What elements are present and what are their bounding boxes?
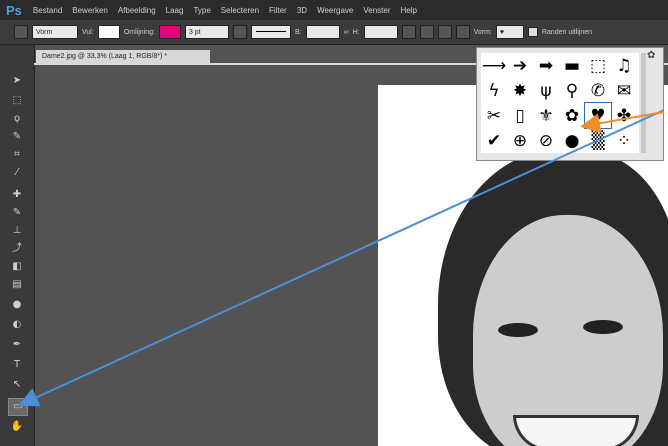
height-field[interactable] xyxy=(363,25,398,39)
stroke-swatch[interactable] xyxy=(158,25,181,39)
shape-label: Vorm: xyxy=(473,28,492,36)
width-field[interactable] xyxy=(305,25,340,39)
menu-bewerken[interactable]: Bewerken xyxy=(67,6,113,15)
shape-option[interactable]: ✔ xyxy=(481,128,507,153)
type-tool-icon[interactable]: T xyxy=(8,357,26,373)
stroke-type-select[interactable] xyxy=(250,25,291,39)
menu-weergave[interactable]: Weergave xyxy=(312,6,358,15)
menu-laag[interactable]: Laag xyxy=(161,6,189,15)
shape-option[interactable]: ⚲ xyxy=(559,78,585,103)
shape-grid: ⟶ ➔ ➡ ▬ ⬚ ♫ ϟ ✸ ψ ⚲ ✆ ✉ ✂ ▯ ⚜ ✿ ♥ ✤ ✔ ⊕ ⊘ ● ▒ ⁘ xyxy=(481,53,639,153)
shape-option[interactable]: ✂ xyxy=(481,103,507,128)
shape-option[interactable]: ⬚ xyxy=(585,53,611,78)
shape-option[interactable]: ψ xyxy=(533,78,559,103)
shape-picker-settings-icon[interactable]: ✿ xyxy=(647,50,655,61)
lasso-tool-icon[interactable]: ϙ xyxy=(8,111,26,127)
eraser-tool-icon[interactable]: ◧ xyxy=(8,259,26,275)
link-icon[interactable]: ∞ xyxy=(344,29,349,36)
stroke-width-field[interactable]: 3 pt xyxy=(184,25,229,39)
marquee-tool-icon[interactable]: ⬚ xyxy=(8,93,26,109)
tool-mode-select[interactable]: Vorm xyxy=(32,25,78,39)
fill-swatch[interactable] xyxy=(97,25,120,39)
move-tool-icon[interactable]: ➤ xyxy=(8,73,26,89)
menu-bestand[interactable]: Bestand xyxy=(28,6,67,15)
width-label: B: xyxy=(294,28,302,36)
shape-option[interactable]: ⊘ xyxy=(533,128,559,153)
crop-tool-icon[interactable]: ⌗ xyxy=(8,147,26,163)
healing-tool-icon[interactable]: ✚ xyxy=(8,187,26,203)
stroke-label: Omlijning: xyxy=(123,28,155,36)
custom-shape-picker: ⟶ ➔ ➡ ▬ ⬚ ♫ ϟ ✸ ψ ⚲ ✆ ✉ ✂ ▯ ⚜ ✿ ♥ ✤ ✔ ⊕ ⊘ ● ▒ ⁘ ✿ xyxy=(476,47,664,161)
gradient-tool-icon[interactable]: ▤ xyxy=(8,277,26,293)
shape-option[interactable]: ✤ xyxy=(611,103,637,128)
shape-option[interactable]: ♫ xyxy=(611,53,637,78)
shape-option[interactable]: ✸ xyxy=(507,78,533,103)
shape-option[interactable]: ▯ xyxy=(507,103,533,128)
shape-option[interactable]: ➔ xyxy=(507,53,533,78)
hand-tool-icon[interactable]: ✋ xyxy=(8,419,26,435)
shape-option[interactable]: ✿ xyxy=(559,103,585,128)
shape-option[interactable]: ⁘ xyxy=(611,128,637,153)
eyedropper-tool-icon[interactable]: ⁄ xyxy=(8,165,26,181)
align-edges-checkbox[interactable] xyxy=(527,27,538,37)
quick-select-tool-icon[interactable]: ✎ xyxy=(8,129,26,145)
shape-option[interactable]: ▬ xyxy=(559,53,585,78)
shape-option[interactable]: ● xyxy=(559,128,585,153)
shape-option[interactable]: ➡ xyxy=(533,53,559,78)
shape-option[interactable]: ✆ xyxy=(585,78,611,103)
shape-option[interactable]: ϟ xyxy=(481,78,507,103)
shape-picker-button[interactable]: ♥ xyxy=(495,25,524,39)
fill-label: Vul: xyxy=(82,28,94,36)
gear-icon[interactable] xyxy=(455,25,470,39)
menu-afbeelding[interactable]: Afbeelding xyxy=(113,6,161,15)
shape-option[interactable]: ✉ xyxy=(611,78,637,103)
menu-bar: Ps Bestand Bewerken Afbeelding Laag Type… xyxy=(0,0,668,20)
photo-right-eye xyxy=(583,320,623,334)
menu-selecteren[interactable]: Selecteren xyxy=(216,6,264,15)
document-tab[interactable]: Dame2.jpg @ 33,3% (Laag 1, RGB/8*) * xyxy=(36,50,210,64)
tool-preset-icon[interactable] xyxy=(14,25,28,39)
menu-type[interactable]: Type xyxy=(188,6,215,15)
pen-tool-icon[interactable]: ✒ xyxy=(8,337,26,353)
path-selection-tool-icon[interactable]: ↖ xyxy=(8,377,26,393)
shape-option[interactable]: ⊕ xyxy=(507,128,533,153)
height-label: H: xyxy=(352,28,360,36)
custom-shape-tool-icon[interactable]: ▭ xyxy=(8,398,28,416)
blur-tool-icon[interactable]: ● xyxy=(8,297,26,313)
menu-venster[interactable]: Venster xyxy=(358,6,395,15)
shape-picker-scrollbar[interactable] xyxy=(641,53,646,153)
shape-option[interactable]: ♥ xyxy=(584,102,612,129)
options-bar: Vorm Vul: Omlijning: 3 pt B: ∞ H: Vorm: … xyxy=(0,20,668,45)
shape-option[interactable]: ▒ xyxy=(585,128,611,153)
photo-smile xyxy=(513,415,639,446)
stroke-width-dropdown-icon[interactable] xyxy=(232,25,247,39)
path-operations-icon[interactable] xyxy=(401,25,416,39)
history-brush-tool-icon[interactable]: ⤴ xyxy=(8,241,26,257)
path-alignment-icon[interactable] xyxy=(419,25,434,39)
dodge-tool-icon[interactable]: ◐ xyxy=(8,317,26,333)
brush-tool-icon[interactable]: ✎ xyxy=(8,205,26,221)
menu-help[interactable]: Help xyxy=(396,6,422,15)
align-edges-label: Randen uitlijnen xyxy=(541,28,593,36)
shape-option[interactable]: ⚜ xyxy=(533,103,559,128)
tools-panel: ➤ ⬚ ϙ ✎ ⌗ ⁄ ✚ ✎ ⊥ ⤴ ◧ ▤ ● ◐ ✒ T ↖ ▭ ✋ xyxy=(0,45,35,446)
menu-filter[interactable]: Filter xyxy=(264,6,292,15)
app-logo: Ps xyxy=(6,2,22,18)
photo-left-eye xyxy=(498,323,538,337)
clone-stamp-tool-icon[interactable]: ⊥ xyxy=(8,223,26,239)
shape-option[interactable]: ⟶ xyxy=(481,53,507,78)
path-arrangement-icon[interactable] xyxy=(437,25,452,39)
menu-3d[interactable]: 3D xyxy=(292,6,312,15)
